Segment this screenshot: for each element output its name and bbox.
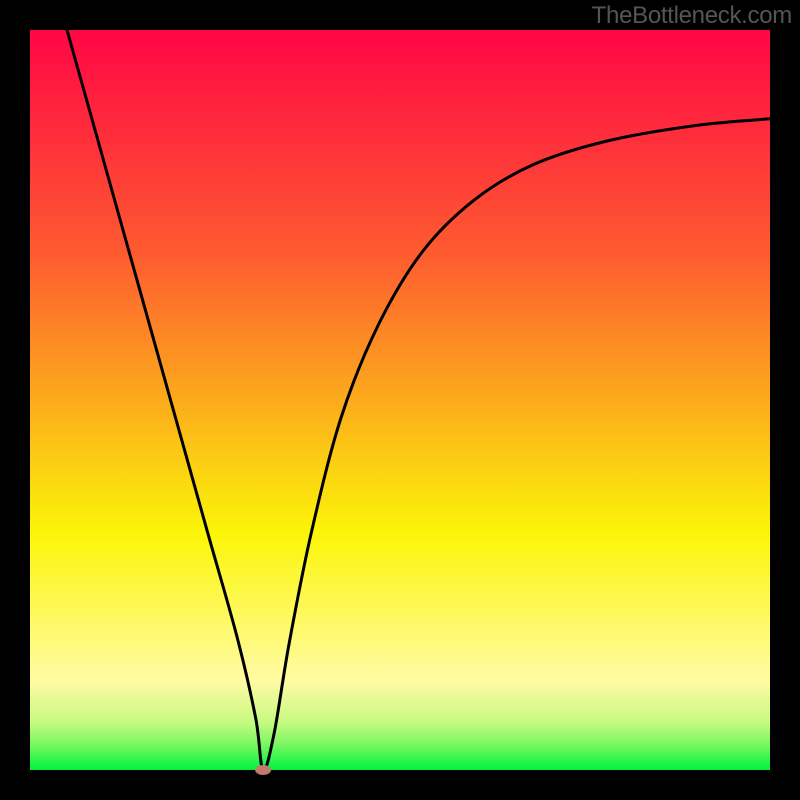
minimum-marker [255, 765, 271, 775]
watermark-text: TheBottleneck.com [592, 2, 792, 30]
plot-gradient-background [30, 30, 770, 770]
bottleneck-chart: TheBottleneck.com [0, 0, 800, 800]
chart-svg [0, 0, 800, 800]
